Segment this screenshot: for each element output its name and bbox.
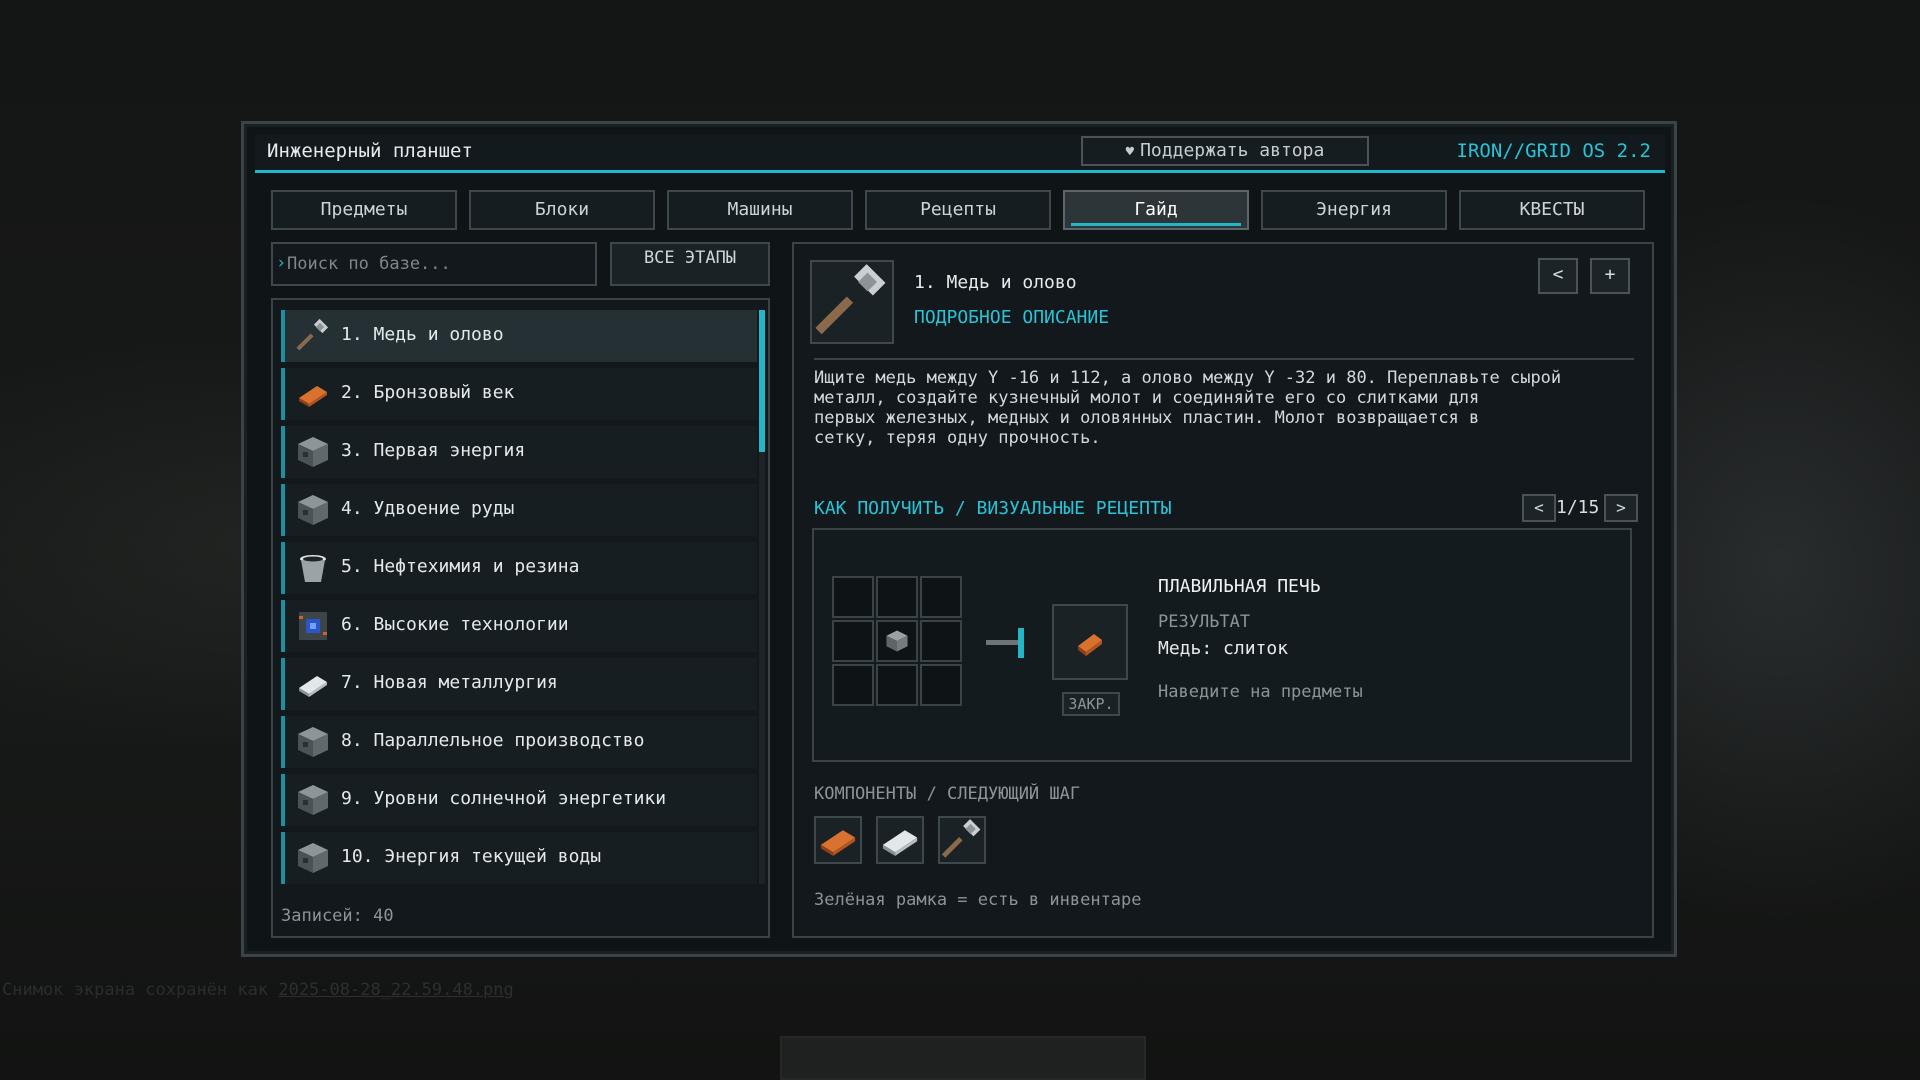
grid-slot[interactable] [876, 664, 918, 706]
stage-item[interactable]: 2. Бронзовый век [281, 368, 757, 420]
stage-label: 9. Уровни солнечной энергетики [341, 788, 667, 809]
machine-name: ПЛАВИЛЬНАЯ ПЕЧЬ [1158, 576, 1321, 597]
window-title: Инженерный планшет [267, 140, 473, 162]
search-box: › [271, 242, 597, 286]
stage-label: 3. Первая энергия [341, 440, 526, 461]
tab-machines[interactable]: Машины [667, 190, 853, 230]
stage-label: 6. Высокие технологии [341, 614, 569, 635]
all-stages-button[interactable]: ВСЕ ЭТАПЫ [610, 242, 770, 286]
machine-block-icon [295, 840, 331, 876]
stage-description: Ищите медь между Y -16 и 112, а олово ме… [814, 358, 1634, 448]
stage-item[interactable]: 8. Параллельное производство [281, 716, 757, 768]
stage-label: 1. Медь и олово [341, 324, 504, 345]
hotbar [780, 1036, 1146, 1080]
recipe-box: ЗАКР. ПЛАВИЛЬНАЯ ПЕЧЬ РЕЗУЛЬТАТ Медь: сл… [812, 528, 1632, 762]
component-slot[interactable] [876, 816, 924, 864]
tab-energy[interactable]: Энергия [1261, 190, 1447, 230]
grid-slot[interactable] [920, 576, 962, 618]
stage-label: 5. Нефтехимия и резина [341, 556, 580, 577]
support-author-button[interactable]: ♥ Поддержать автора [1081, 136, 1369, 166]
stage-label: 4. Удвоение руды [341, 498, 515, 519]
stage-item[interactable]: 9. Уровни солнечной энергетики [281, 774, 757, 826]
machine-block-icon [295, 724, 331, 760]
hammer-icon [941, 819, 981, 858]
recipe-page-indicator: 1/15 [1556, 497, 1600, 518]
hammer-icon [295, 318, 331, 354]
tab-recipes[interactable]: Рецепты [865, 190, 1051, 230]
grid-slot[interactable] [832, 664, 874, 706]
tab-blocks[interactable]: Блоки [469, 190, 655, 230]
grid-slot[interactable] [832, 620, 874, 662]
search-input[interactable] [285, 248, 589, 280]
copper-ingot-icon [295, 376, 331, 412]
grid-slot[interactable] [832, 576, 874, 618]
support-author-label: Поддержать автора [1140, 140, 1325, 161]
stage-label: 7. Новая металлургия [341, 672, 558, 693]
tab-guide[interactable]: Гайд [1063, 190, 1249, 230]
result-value: Медь: слиток [1158, 638, 1289, 659]
locked-tag: ЗАКР. [1062, 692, 1120, 716]
engineer-tablet-window: Инженерный планшет ♥ Поддержать автора IR… [241, 121, 1677, 957]
recipes-header: КАК ПОЛУЧИТЬ / ВИЗУАЛЬНЫЕ РЕЦЕПТЫ [814, 498, 1172, 519]
tab-quests[interactable]: КВЕСТЫ [1459, 190, 1645, 230]
circuit-block-icon [295, 608, 331, 644]
detail-panel: 1. Медь и олово ПОДРОБНОЕ ОПИСАНИЕ < + И… [792, 242, 1654, 938]
title-bar: Инженерный планшет ♥ Поддержать автора IR… [255, 134, 1665, 173]
copper-ingot-icon [1078, 634, 1102, 656]
records-count: Записей: 40 [281, 906, 394, 926]
stage-label: 8. Параллельное производство [341, 730, 645, 751]
detailed-description-link[interactable]: ПОДРОБНОЕ ОПИСАНИЕ [914, 307, 1109, 328]
tin-ingot-icon [882, 830, 918, 856]
hammer-icon [810, 260, 894, 344]
stage-item[interactable]: 6. Высокие технологии [281, 600, 757, 652]
raw-ore-icon [886, 630, 908, 652]
steel-ingot-icon [295, 666, 331, 702]
grid-slot[interactable] [876, 620, 918, 662]
background-chat-text: Снимок экрана сохранён как 2025-08-28_22… [2, 980, 514, 1000]
machine-block-icon [295, 492, 331, 528]
inventory-legend: Зелёная рамка = есть в инвентаре [814, 890, 1142, 910]
copper-ingot-icon [820, 830, 856, 856]
scrollbar-thumb[interactable] [759, 310, 765, 452]
stage-item[interactable]: 4. Удвоение руды [281, 484, 757, 536]
heart-icon: ♥ [1125, 144, 1135, 160]
component-slot[interactable] [938, 816, 986, 864]
recipe-pager: < 1/15 > [1522, 494, 1640, 524]
stage-label: 10. Энергия текущей воды [341, 846, 602, 867]
add-button[interactable]: + [1590, 258, 1630, 294]
machine-block-icon [295, 782, 331, 818]
grid-slot[interactable] [920, 620, 962, 662]
grid-slot[interactable] [876, 576, 918, 618]
output-slot[interactable] [1052, 604, 1128, 680]
hover-hint: Наведите на предметы [1158, 682, 1363, 702]
stage-item[interactable]: 7. Новая металлургия [281, 658, 757, 710]
arrow-right-icon [986, 626, 1028, 660]
component-slot[interactable] [814, 816, 862, 864]
next-recipe-button[interactable]: > [1604, 494, 1638, 522]
machine-block-icon [295, 434, 331, 470]
stage-item[interactable]: 10. Энергия текущей воды [281, 832, 757, 884]
detail-title: 1. Медь и олово [914, 272, 1077, 293]
grid-slot[interactable] [920, 664, 962, 706]
components-header: КОМПОНЕНТЫ / СЛЕДУЮЩИЙ ШАГ [814, 784, 1081, 804]
stage-item[interactable]: 3. Первая энергия [281, 426, 757, 478]
crafting-grid [832, 576, 964, 708]
os-version-label: IRON//GRID OS 2.2 [1456, 140, 1651, 162]
bucket-icon [295, 550, 331, 586]
prev-recipe-button[interactable]: < [1522, 494, 1556, 522]
back-button[interactable]: < [1538, 258, 1578, 294]
result-label: РЕЗУЛЬТАТ [1158, 612, 1251, 632]
tab-items[interactable]: Предметы [271, 190, 457, 230]
stage-list-scrollbar[interactable] [759, 310, 765, 884]
stage-item[interactable]: 1. Медь и олово [281, 310, 757, 362]
stage-list: 1. Медь и олово 2. Бронзовый век 3. Перв… [271, 298, 770, 938]
stage-label: 2. Бронзовый век [341, 382, 515, 403]
stage-item[interactable]: 5. Нефтехимия и резина [281, 542, 757, 594]
